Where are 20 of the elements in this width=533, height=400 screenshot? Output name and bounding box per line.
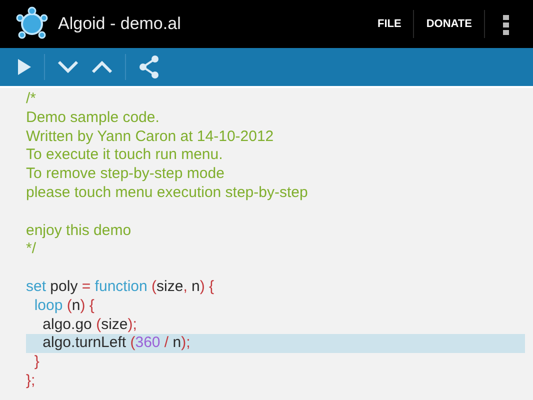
code-line: Demo sample code. xyxy=(26,108,160,128)
code-line: please touch menu execution step-by-step xyxy=(26,184,309,203)
code-line: set poly = function (size, n) { xyxy=(26,278,216,297)
code-line: To remove step-by-step mode xyxy=(26,165,226,184)
play-icon[interactable] xyxy=(16,58,32,76)
code-line: loop (n) { xyxy=(33,296,96,316)
code-line: To execute it touch run menu. xyxy=(26,146,224,166)
share-icon[interactable] xyxy=(138,55,160,79)
code-line: } xyxy=(33,353,40,372)
code-line: algo.go (size); xyxy=(42,316,138,334)
code-line: Written by Yann Caron at 14-10-2012 xyxy=(26,128,275,146)
code-line: enjoy this demo xyxy=(26,222,132,240)
chevron-down-icon[interactable] xyxy=(57,60,79,74)
chevron-up-icon[interactable] xyxy=(91,60,113,74)
code-line: /* xyxy=(26,90,38,109)
code-line: }; xyxy=(26,372,36,391)
code-line: */ xyxy=(26,240,38,260)
app-title: Algoid - demo.al xyxy=(58,14,181,34)
menu-action-button[interactable]: FILE xyxy=(366,18,414,30)
menu-action-button[interactable]: DONATE xyxy=(414,18,484,30)
